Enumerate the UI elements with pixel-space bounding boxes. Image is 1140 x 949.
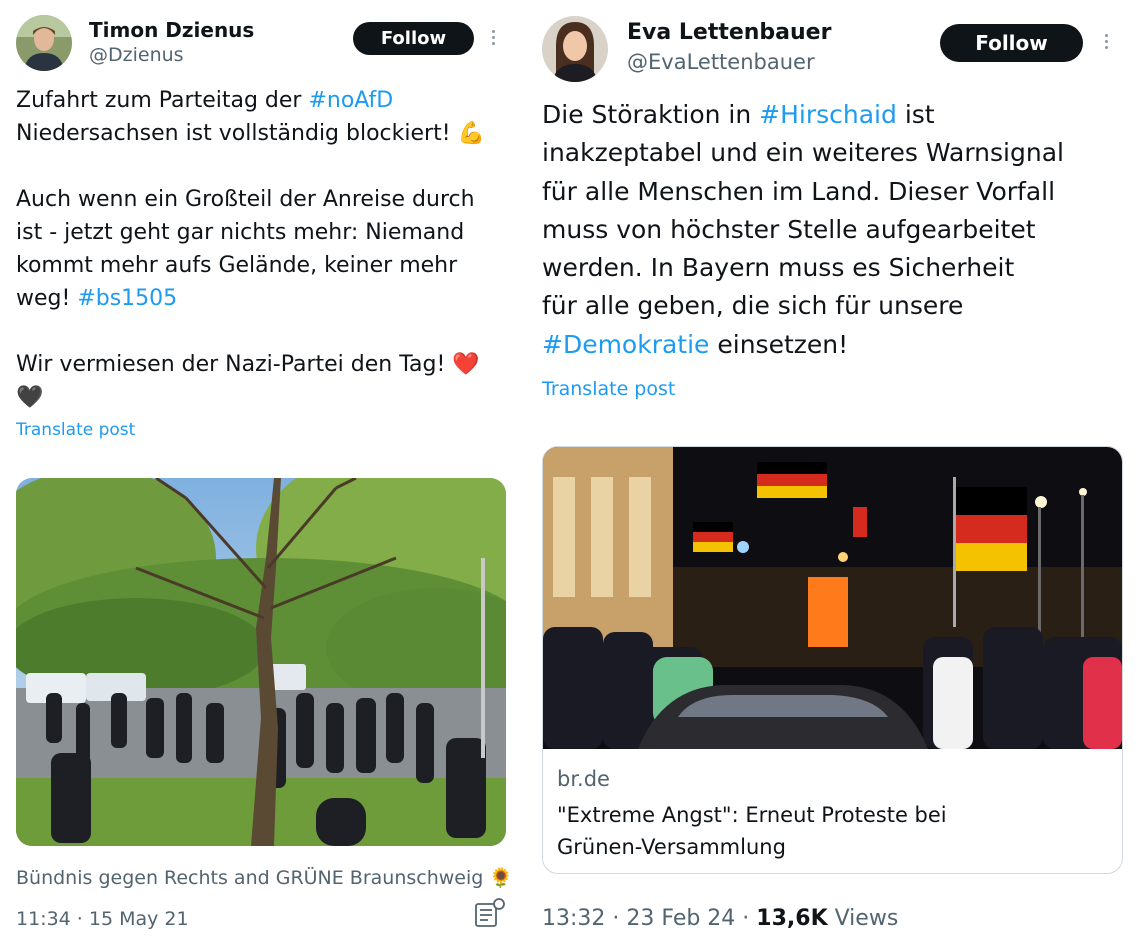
author-name[interactable]: Timon Dzienus (89, 18, 254, 42)
link-card-image (543, 447, 1122, 749)
text-run: Wir vermiesen der Nazi-Partei den Tag! ❤… (16, 352, 480, 377)
author-handle[interactable]: @EvaLettenbauer (627, 50, 815, 74)
card-title-line: "Extreme Angst": Erneut Proteste bei (557, 803, 947, 827)
post-text-line: weg! #bs1505 (16, 282, 485, 315)
avatar[interactable] (16, 15, 72, 71)
author-handle[interactable]: @Dzienus (89, 44, 184, 66)
author-name[interactable]: Eva Lettenbauer (627, 20, 831, 45)
post-text-line: für alle Menschen im Land. Dieser Vorfal… (542, 173, 1064, 211)
text-run: werden. In Bayern muss es Sicherheit (542, 253, 1015, 283)
text-run: für alle Menschen im Land. Dieser Vorfal… (542, 176, 1056, 206)
text-run: Zufahrt zum Parteitag der (16, 88, 309, 113)
post-text-line (16, 315, 485, 348)
avatar[interactable] (542, 16, 608, 82)
text-run: Niedersachsen ist vollständig blockiert!… (16, 121, 485, 146)
post-photo[interactable] (16, 478, 506, 846)
hashtag-link[interactable]: #bs1505 (77, 286, 177, 311)
text-run: kommt mehr aufs Gelände, keiner mehr (16, 253, 458, 278)
post-text-line (16, 150, 485, 183)
post-timestamp[interactable]: 13:32 · 23 Feb 24 · (542, 906, 756, 931)
card-domain: br.de (557, 767, 610, 791)
text-run: inakzeptabel und ein weiteres Warnsignal (542, 138, 1064, 168)
post-text: Zufahrt zum Parteitag der #noAfD Niedersa… (16, 84, 485, 414)
left-post: Timon Dzienus @Dzienus Follow Zufahrt zu… (0, 0, 522, 949)
tag-people-icon[interactable] (474, 898, 506, 932)
card-title-line: Grünen-Versammlung (557, 835, 786, 859)
post-text-line: inakzeptabel und ein weiteres Warnsignal (542, 134, 1064, 172)
views-count: 13,6K (756, 906, 828, 931)
translate-link[interactable]: Translate post (542, 378, 675, 400)
right-post: Eva Lettenbauer @EvaLettenbauer Follow D… (525, 0, 1140, 949)
link-card[interactable]: br.de "Extreme Angst": Erneut Proteste b… (542, 446, 1123, 874)
translate-link[interactable]: Translate post (16, 420, 135, 440)
post-text-line: #Demokratie einsetzen! (542, 326, 1064, 364)
post-text-line: Zufahrt zum Parteitag der #noAfD (16, 84, 485, 117)
follow-button[interactable]: Follow (353, 22, 474, 55)
text-run: für alle geben, die sich für unsere (542, 291, 964, 321)
text-run: ist - jetzt geht gar nichts mehr: Nieman… (16, 220, 465, 245)
more-icon[interactable] (1105, 34, 1108, 49)
post-text-line: werden. In Bayern muss es Sicherheit (542, 249, 1064, 287)
text-run: ist (896, 100, 935, 129)
post-text-line: kommt mehr aufs Gelände, keiner mehr (16, 249, 485, 282)
hashtag-link[interactable]: #noAfD (308, 88, 393, 113)
views-label: Views (827, 906, 899, 931)
post-text-line: Auch wenn ein Großteil der Anreise durch (16, 183, 485, 216)
post-text-line: Die Störaktion in #Hirschaid ist (542, 96, 1064, 134)
post-text-line: Wir vermiesen der Nazi-Partei den Tag! ❤… (16, 348, 485, 381)
text-run: Die Störaktion in (542, 100, 760, 129)
tagged-accounts[interactable]: Bündnis gegen Rechts and GRÜNE Braunschw… (16, 866, 513, 889)
text-run: 🖤 (16, 385, 44, 410)
post-meta[interactable]: 13:32 · 23 Feb 24 · 13,6K Views (542, 906, 898, 931)
post-timestamp[interactable]: 11:34 · 15 May 21 (16, 908, 189, 930)
post-text-line: 🖤 (16, 381, 485, 414)
hashtag-link[interactable]: #Hirschaid (759, 100, 897, 129)
text-run: einsetzen! (709, 329, 849, 359)
post-text-line: muss von höchster Stelle aufgearbeitet (542, 211, 1064, 249)
more-icon[interactable] (492, 30, 495, 45)
post-text-line: für alle geben, die sich für unsere (542, 287, 1064, 325)
post-text-line: Niedersachsen ist vollständig blockiert!… (16, 117, 485, 150)
follow-button[interactable]: Follow (940, 24, 1083, 62)
post-text: Die Störaktion in #Hirschaid ist inakzept… (542, 96, 1064, 364)
text-run: muss von höchster Stelle aufgearbeitet (542, 214, 1036, 244)
hashtag-link[interactable]: #Demokratie (542, 330, 709, 359)
card-title: "Extreme Angst": Erneut Proteste bei Grü… (557, 799, 947, 863)
text-run: weg! (16, 286, 78, 311)
text-run: Auch wenn ein Großteil der Anreise durch (16, 187, 475, 212)
post-text-line: ist - jetzt geht gar nichts mehr: Nieman… (16, 216, 485, 249)
